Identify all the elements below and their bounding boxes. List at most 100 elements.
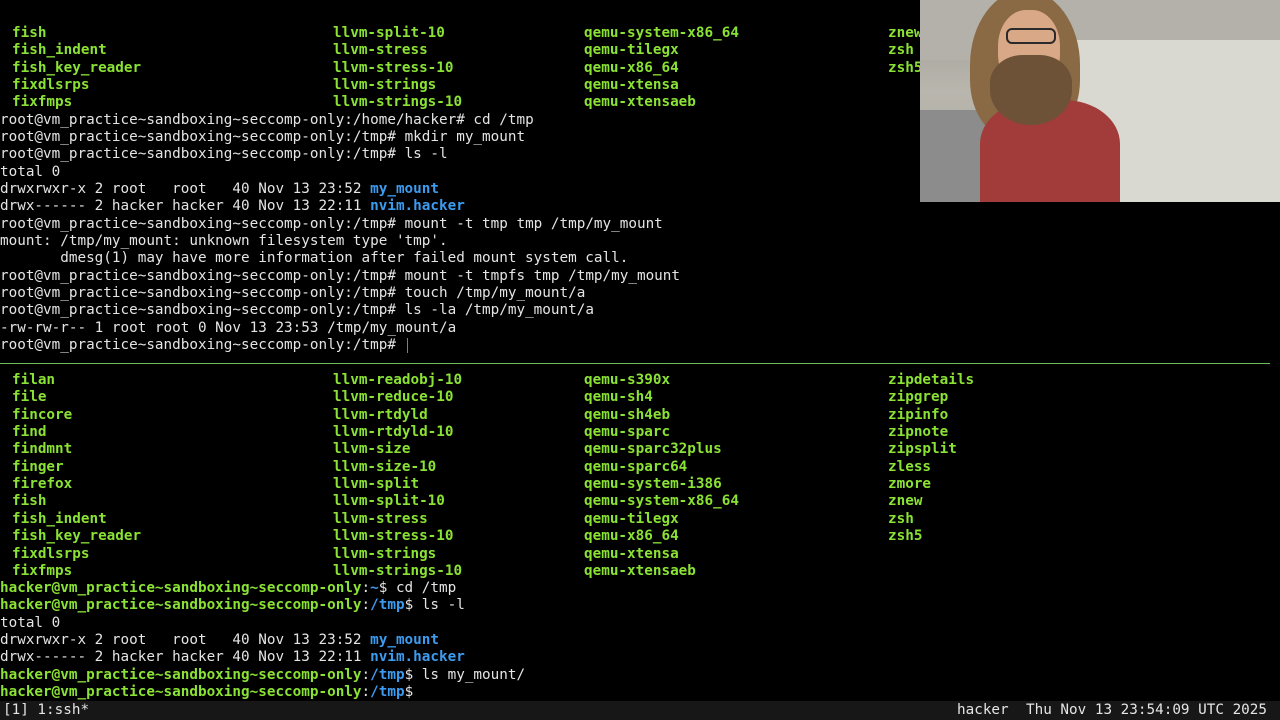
executable-entry: llvm-rtdyld — [333, 406, 428, 423]
executable-entry: qemu-system-x86_64 — [584, 493, 739, 510]
command: ls -la /tmp/my_mount/a — [404, 302, 594, 318]
webcam-video-overlay — [920, 0, 1280, 202]
prompt: root@vm_practice~sandboxing~seccomp-only… — [0, 268, 405, 284]
prompt-symbol: $ — [404, 667, 422, 683]
terminal-line: root@vm_practice~sandboxing~seccomp-only… — [0, 129, 525, 146]
command: cd /tmp — [473, 112, 534, 128]
prompt-symbol: $ — [378, 580, 396, 596]
executable-entry: llvm-split-10 — [333, 493, 445, 510]
text-cursor — [406, 337, 408, 353]
executable-entry: llvm-readobj-10 — [333, 372, 463, 388]
terminal-line: hacker@vm_practice~sandboxing~seccomp-on… — [0, 667, 525, 684]
executable-entry: llvm-strings-10 — [333, 562, 463, 579]
webcam-presenter-glasses — [1006, 28, 1056, 44]
prompt-symbol: $ — [404, 684, 422, 700]
prompt: root@vm_practice~sandboxing~seccomp-only… — [0, 216, 405, 232]
executable-entry: qemu-sparc32plus — [584, 441, 722, 458]
prompt-colon: : — [361, 667, 371, 683]
prompt-path: ~ — [370, 580, 379, 596]
bottom-terminal-pane[interactable]: filan file fincore find findmnt finger firefox… — [0, 372, 1280, 701]
ls-entry-meta: drwxrwxr-x 2 root root 40 Nov 13 23:52 — [0, 181, 371, 197]
executable-entry: qemu-sh4eb — [584, 406, 671, 423]
prompt-path: /tmp — [370, 684, 405, 700]
executable-entry: firefox — [12, 476, 73, 493]
executable-entry: file — [12, 389, 47, 406]
executable-entry: fish — [12, 493, 47, 510]
executable-entry: qemu-xtensa — [584, 77, 679, 94]
executable-entry: fish_key_reader — [12, 59, 142, 76]
directory-name: nvim.hacker — [370, 198, 465, 214]
executable-entry: fish_key_reader — [12, 528, 142, 545]
executable-entry: zsh — [888, 510, 914, 527]
executable-entry: find — [12, 424, 47, 441]
executable-entry: qemu-tilegx — [584, 510, 679, 527]
executable-entry: llvm-stress — [333, 510, 428, 527]
executable-entry: llvm-stress — [333, 42, 428, 59]
executable-entry: qemu-sh4 — [584, 389, 653, 406]
terminal-output: drwx------ 2 hacker hacker 40 Nov 13 22:… — [0, 198, 465, 215]
executable-entry: znew — [888, 493, 923, 510]
executable-entry: fixdlsrps — [12, 77, 90, 94]
executable-entry: qemu-xtensaeb — [584, 94, 696, 111]
executable-entry: qemu-system-x86_64 — [584, 25, 739, 41]
executable-entry: zsh5 — [888, 59, 923, 76]
pane-divider[interactable] — [0, 363, 1270, 364]
status-clock: Thu Nov 13 23:54:09 UTC 2025 — [1026, 702, 1268, 718]
prompt-symbol: $ — [404, 597, 422, 613]
terminal-line: root@vm_practice~sandboxing~seccomp-only… — [0, 285, 585, 302]
terminal-output: drwx------ 2 hacker hacker 40 Nov 13 22:… — [0, 649, 465, 666]
terminal-line: hacker@vm_practice~sandboxing~seccomp-on… — [0, 597, 465, 614]
executable-entry: qemu-s390x — [584, 372, 671, 388]
executable-entry: fish_indent — [12, 42, 107, 59]
executable-entry: llvm-size — [333, 441, 411, 458]
executable-entry: zipsplit — [888, 441, 957, 458]
executable-entry: fish_indent — [12, 510, 107, 527]
terminal-input-line[interactable]: hacker@vm_practice~sandboxing~seccomp-on… — [0, 684, 422, 701]
terminal-line: root@vm_practice~sandboxing~seccomp-only… — [0, 302, 594, 319]
webcam-presenter-beard — [990, 55, 1072, 125]
prompt-colon: : — [361, 684, 371, 700]
terminal-input-line[interactable]: root@vm_practice~sandboxing~seccomp-only… — [0, 337, 408, 354]
prompt-user-host: hacker@vm_practice~sandboxing~seccomp-on… — [0, 597, 362, 613]
terminal-output: drwxrwxr-x 2 root root 40 Nov 13 23:52 m… — [0, 632, 439, 649]
prompt: root@vm_practice~sandboxing~seccomp-only… — [0, 285, 405, 301]
executable-entry: qemu-sparc64 — [584, 458, 688, 475]
terminal-line: root@vm_practice~sandboxing~seccomp-only… — [0, 146, 448, 163]
terminal-output: total 0 — [0, 164, 61, 180]
executable-entry: fixfmps — [12, 94, 73, 111]
ls-entry-meta: drwx------ 2 hacker hacker 40 Nov 13 22:… — [0, 198, 371, 214]
prompt: root@vm_practice~sandboxing~seccomp-only… — [0, 129, 405, 145]
executable-entry: zsh5 — [888, 528, 923, 545]
directory-name: my_mount — [370, 181, 439, 197]
prompt-user-host: hacker@vm_practice~sandboxing~seccomp-on… — [0, 684, 362, 700]
executable-entry: zsh — [888, 42, 914, 59]
executable-entry: zmore — [888, 476, 932, 493]
executable-entry: zless — [888, 458, 932, 475]
terminal-line: hacker@vm_practice~sandboxing~seccomp-on… — [0, 580, 456, 597]
executable-entry: fish — [12, 25, 47, 41]
terminal-line: root@vm_practice~sandboxing~seccomp-only… — [0, 216, 663, 233]
command: ls -l — [421, 597, 465, 613]
executable-entry: llvm-split — [333, 476, 420, 493]
executable-entry: fixdlsrps — [12, 545, 90, 562]
directory-name: my_mount — [370, 632, 439, 648]
tmux-window-list[interactable]: [1] 1:ssh* — [3, 701, 89, 720]
executable-entry: llvm-strings — [333, 545, 437, 562]
prompt-user-host: hacker@vm_practice~sandboxing~seccomp-on… — [0, 580, 362, 596]
executable-entry: llvm-rtdyld-10 — [333, 424, 454, 441]
prompt: root@vm_practice~sandboxing~seccomp-only… — [0, 112, 474, 128]
executable-entry: llvm-strings — [333, 77, 437, 94]
executable-entry: zipdetails — [888, 372, 975, 388]
prompt-path: /tmp — [370, 597, 405, 613]
executable-entry: znew — [888, 25, 923, 41]
terminal-error: mount: /tmp/my_mount: unknown filesystem… — [0, 233, 448, 249]
executable-entry: fincore — [12, 406, 73, 423]
executable-entry: qemu-xtensaeb — [584, 562, 696, 579]
terminal-output: -rw-rw-r-- 1 root root 0 Nov 13 23:53 /t… — [0, 320, 457, 336]
executable-entry: qemu-sparc — [584, 424, 671, 441]
terminal-error: dmesg(1) may have more information after… — [0, 250, 629, 266]
executable-entry: finger — [12, 458, 64, 475]
executable-entry: fixfmps — [12, 562, 73, 579]
prompt-colon: : — [361, 580, 371, 596]
command: cd /tmp — [395, 580, 457, 596]
